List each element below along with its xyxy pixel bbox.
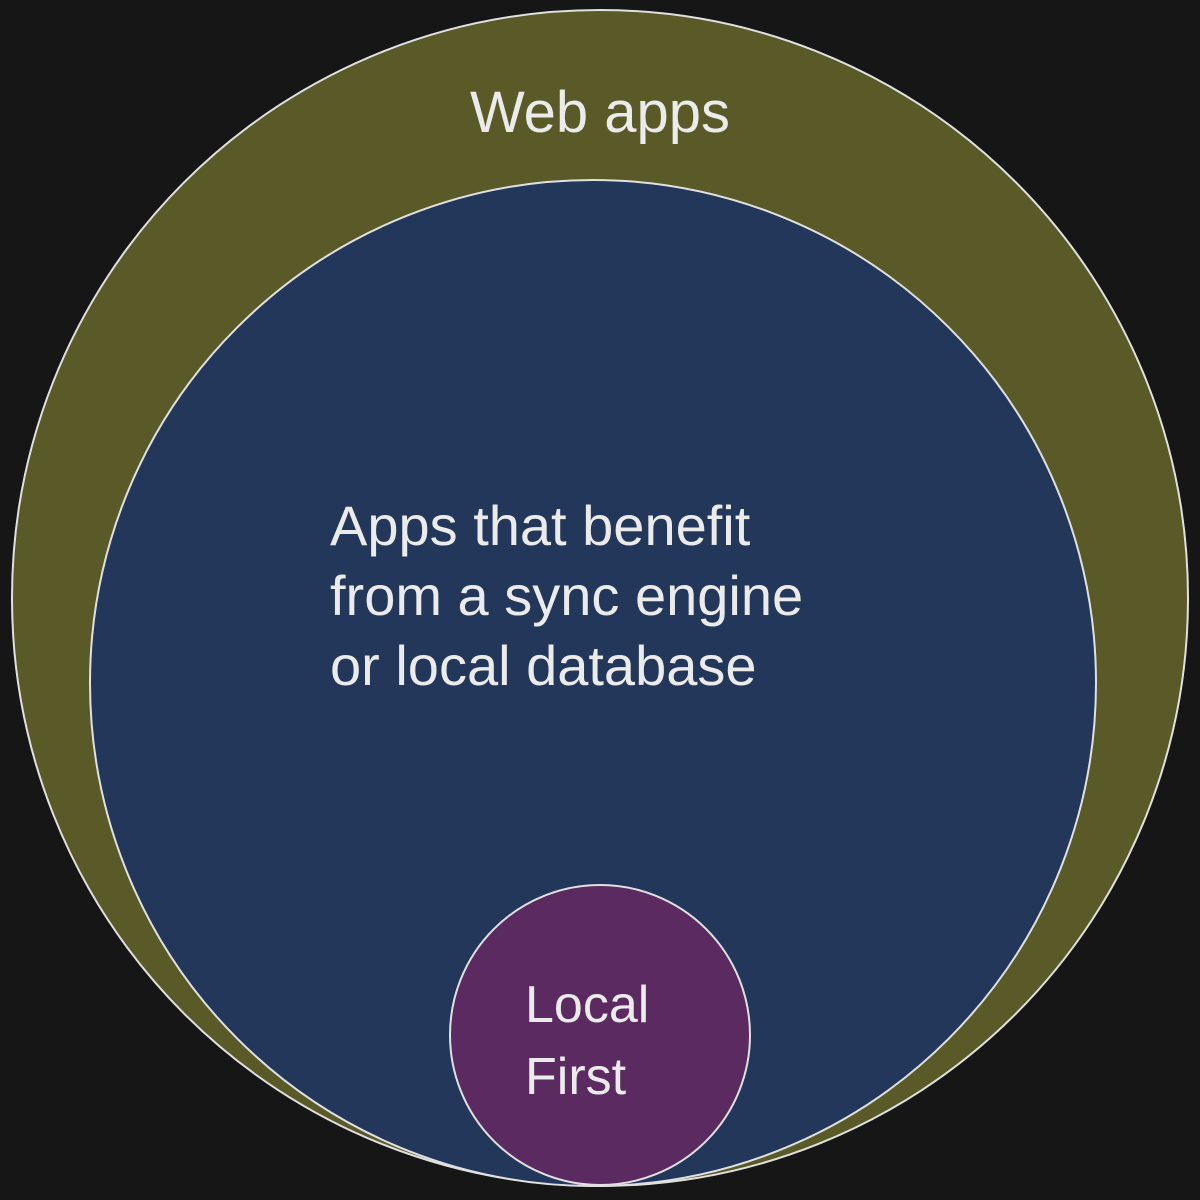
euler-diagram: Web apps Apps that benefit from a sync e…	[0, 0, 1200, 1200]
sync-engine-apps-label-line: or local database	[330, 634, 757, 697]
local-first-label-line: First	[525, 1048, 627, 1106]
local-first-circle	[449, 884, 751, 1186]
local-first-label-line: Local	[525, 976, 649, 1034]
sync-engine-apps-label-line: Apps that benefit	[330, 494, 751, 557]
sync-engine-apps-label: Apps that benefit from a sync engine or …	[330, 494, 819, 697]
web-apps-label: Web apps	[470, 80, 730, 145]
sync-engine-apps-label-line: from a sync engine	[330, 564, 803, 627]
web-apps-label-line: Web apps	[470, 80, 730, 145]
